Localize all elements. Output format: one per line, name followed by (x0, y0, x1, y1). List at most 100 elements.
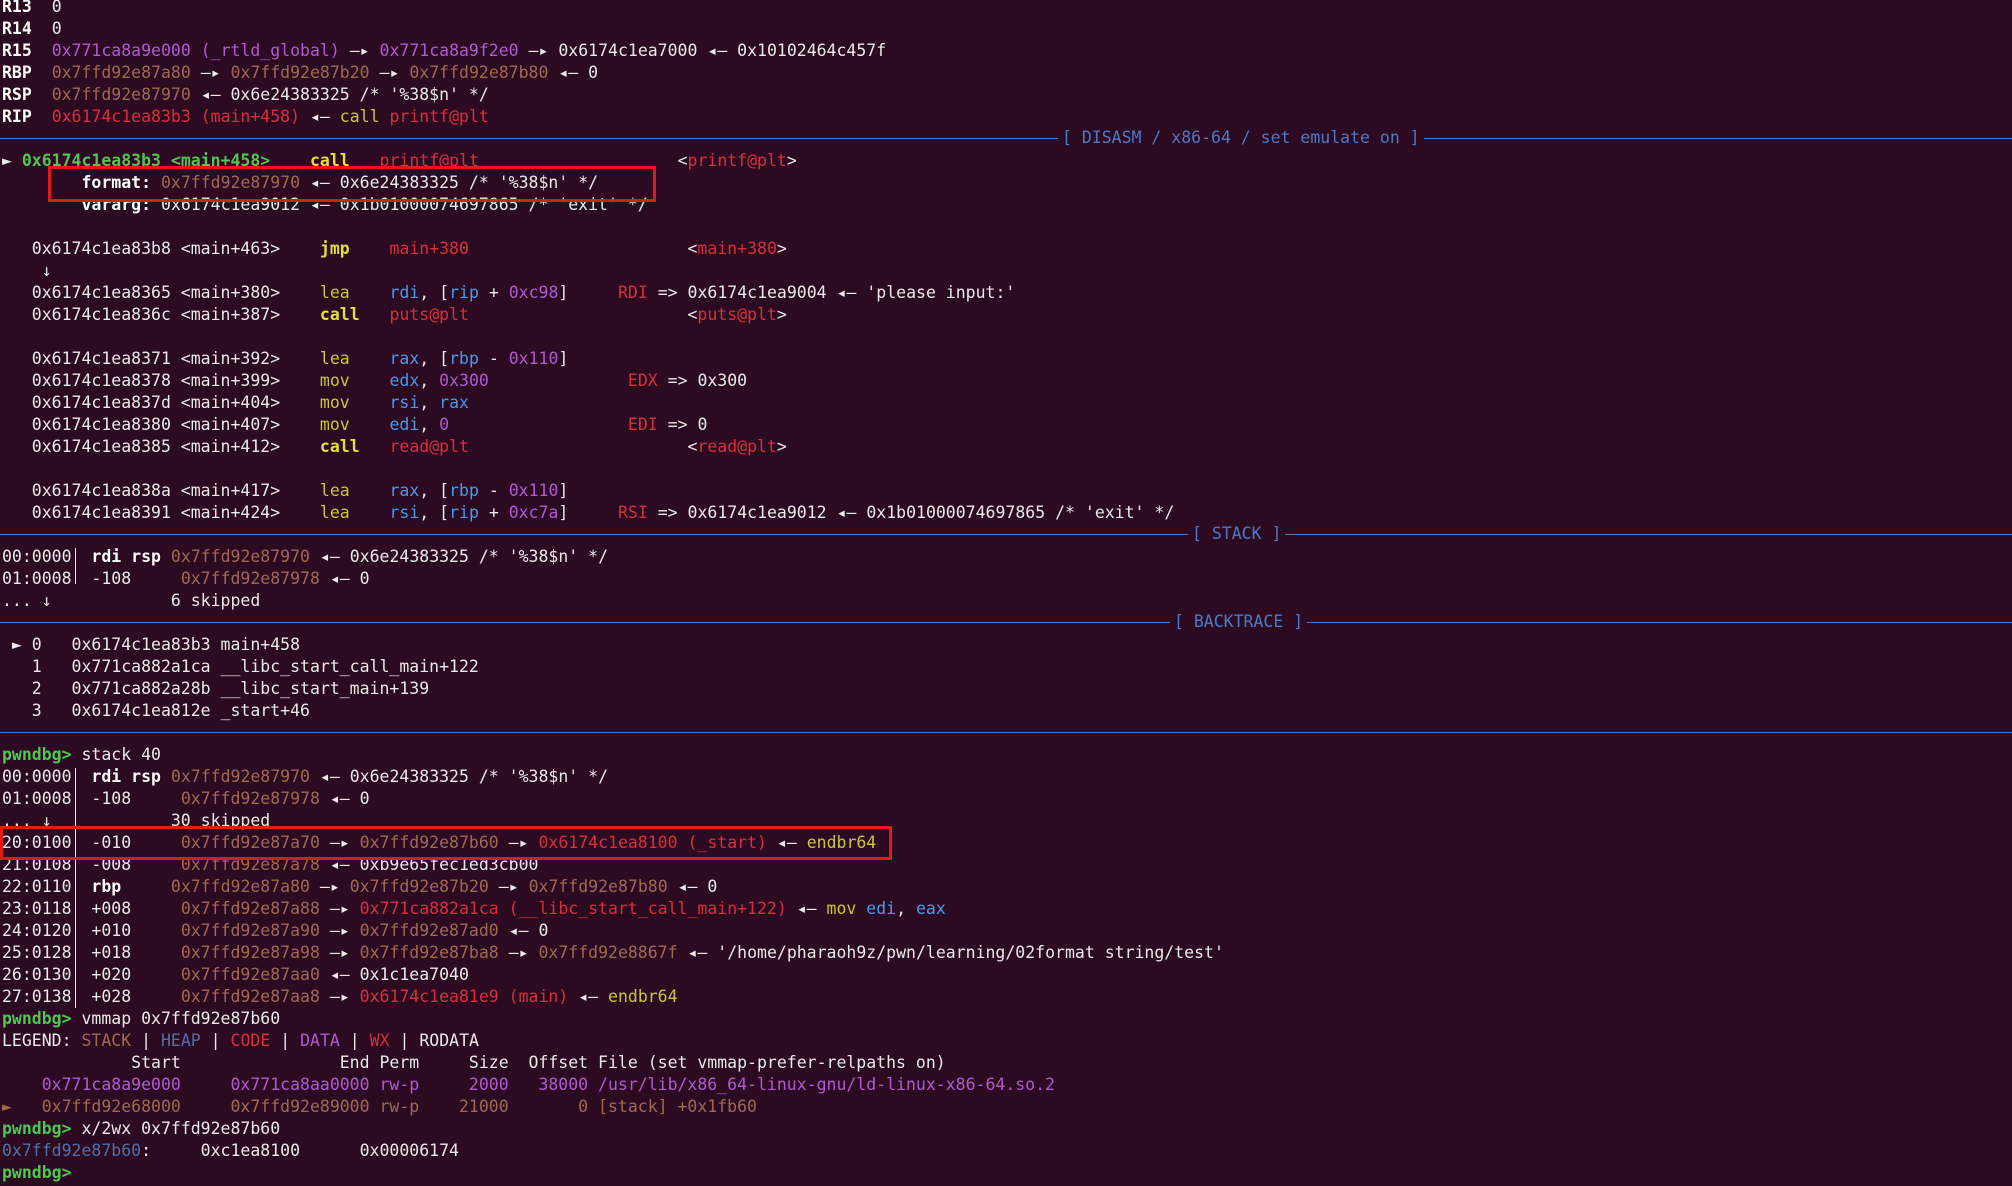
text-segment: 0x7ffd92e87978 (180, 569, 320, 588)
session-line: 25:0128 +018 0x7ffd92e87a98 —▸ 0x7ffd92e… (2, 942, 1224, 964)
register-name: R15 (2, 41, 32, 60)
text-segment: | (270, 1031, 301, 1050)
text-segment: | (200, 1031, 231, 1050)
text-segment: 01:0008 -108 (2, 569, 181, 588)
text-segment: rax (389, 349, 420, 368)
text-segment: Start End Perm Size Offset File (set vmm… (2, 1053, 946, 1072)
text-segment: ◂— 0 (319, 569, 370, 588)
text-segment: 0x6174c1ea837d <main+404> (2, 393, 320, 412)
session-line: pwndbg> x/2wx 0x7ffd92e87b60 (2, 1118, 280, 1140)
text-segment: , [ (419, 503, 450, 522)
text-segment: rax (389, 481, 420, 500)
text-segment: EDI (627, 415, 658, 434)
register-name: RIP (2, 107, 32, 126)
text-segment: 1 0x771ca882a1ca __libc_start_call_main+… (2, 657, 479, 676)
text-segment: 0x7ffd92e87a90 (180, 921, 320, 940)
register-row: R15 0x771ca8a9e000 (_rtld_global) —▸ 0x7… (2, 40, 886, 62)
text-segment: , (896, 899, 916, 918)
backtrace-frame: 2 0x771ca882a28b __libc_start_main+139 (2, 678, 429, 700)
text-segment: vmmap 0x7ffd92e87b60 (71, 1009, 281, 1028)
session-line: 00:0000 rdi rsp 0x7ffd92e87970 ◂— 0x6e24… (2, 766, 608, 788)
text-segment: WX (369, 1031, 390, 1050)
text-segment (350, 371, 390, 390)
text-segment: , (419, 371, 440, 390)
text-segment: 0x7ffd92e87970 (170, 767, 310, 786)
text-segment: | (131, 1031, 161, 1050)
session-line: 26:0130 +020 0x7ffd92e87aa0 ◂— 0x1c1ea70… (2, 964, 469, 986)
register-name: RBP (2, 63, 32, 82)
text-segment: call (339, 107, 390, 126)
disasm-line: 0x6174c1ea8365 <main+380> lea rdi, [rip … (2, 282, 1016, 304)
text-segment: 0 (51, 19, 62, 38)
text-segment: rip (449, 503, 479, 522)
text-segment: lea (319, 283, 350, 302)
text-segment: 25:0128 +018 (2, 943, 181, 962)
session-line: ► 0x7ffd92e68000 0x7ffd92e89000 rw-p 210… (2, 1096, 757, 1118)
text-segment: rsi (389, 393, 420, 412)
terminal-window[interactable]: R13 0 R14 0 R15 0x771ca8a9e000 (_rtld_glob… (0, 0, 2012, 1186)
text-segment: puts@plt (697, 305, 777, 324)
register-name: R14 (2, 19, 32, 38)
text-segment: endbr64 (608, 987, 678, 1006)
text-segment: ◂— '/home/pharaoh9z/pwn/learning/02forma… (677, 943, 1224, 962)
text-segment: 27:0138 +028 (2, 987, 181, 1006)
text-segment: rdi (389, 283, 420, 302)
text-segment: ► 0x7ffd92e68000 0x7ffd92e89000 rw-p 210… (2, 1097, 757, 1116)
text-segment: rdi rsp (81, 547, 161, 566)
text-segment: mov (826, 899, 857, 918)
text-segment: ◂— 0x1c1ea7040 (319, 965, 469, 984)
backtrace-frame: ► 0 0x6174c1ea83b3 main+458 (2, 634, 300, 656)
text-segment: stack 40 (71, 745, 161, 764)
text-segment: : 0xc1ea8100 0x00006174 (141, 1141, 459, 1160)
text-segment: 0x6174c1ea81e9 (main) (359, 987, 569, 1006)
text-segment: => 0x300 (657, 371, 748, 390)
text-segment (350, 239, 390, 258)
text-segment: mov (319, 393, 350, 412)
text-segment: puts@plt (389, 305, 469, 324)
text-segment: 0x7ffd92e87b20 (349, 877, 489, 896)
session-line: Start End Perm Size Offset File (set vmm… (2, 1052, 946, 1074)
text-segment: edi (866, 899, 897, 918)
text-segment: + (478, 283, 509, 302)
register-row: R14 0 (2, 18, 62, 40)
text-segment: lea (319, 349, 350, 368)
text-segment: jmp (319, 239, 350, 258)
text-segment: printf@plt (687, 151, 787, 170)
text-segment: > (786, 151, 797, 170)
context-end-separator (0, 732, 2012, 733)
text-segment: 0x300 (439, 371, 489, 390)
text-segment: ] (558, 503, 618, 522)
text-segment: call (319, 437, 360, 456)
disasm-line: 0x6174c1ea836c <main+387> call puts@plt … (2, 304, 787, 326)
stack-separator (0, 534, 2012, 535)
text-segment: 0x6174c1ea8385 <main+412> (2, 437, 320, 456)
text-segment: 23:0118 +008 (2, 899, 181, 918)
format-highlight-box (48, 166, 656, 202)
text-segment: lea (319, 481, 350, 500)
text-segment: 0 (439, 415, 450, 434)
disasm-line: 0x6174c1ea8391 <main+424> lea rsi, [rip … (2, 502, 1175, 524)
text-segment: rax (439, 393, 469, 412)
text-segment: 0x6174c1ea83b8 <main+463> (2, 239, 320, 258)
disasm-line: 0x6174c1ea83b8 <main+463> jmp main+380 <… (2, 238, 787, 260)
text-segment: rbp (449, 349, 479, 368)
stack-section-title: [ STACK ] (1188, 523, 1286, 545)
register-name: R13 (2, 0, 32, 16)
text-segment (161, 547, 171, 566)
text-segment: - (478, 481, 509, 500)
session-line: 01:0008 -108 0x7ffd92e87978 ◂— 0 (2, 788, 370, 810)
text-segment: 0x771ca8a9f2e0 (379, 41, 519, 60)
text-segment: ► (2, 151, 22, 170)
text-segment: => 0x6174c1ea9004 ◂— 'please input:' (647, 283, 1016, 302)
text-segment (161, 767, 171, 786)
text-segment: main+380 (697, 239, 777, 258)
text-segment: < (468, 239, 698, 258)
text-segment: RSI (617, 503, 648, 522)
register-row: RBP 0x7ffd92e87a80 —▸ 0x7ffd92e87b20 —▸ … (2, 62, 598, 84)
backtrace-frame: 3 0x6174c1ea812e _start+46 (2, 700, 310, 722)
session-line: pwndbg> (2, 1162, 81, 1184)
text-segment: —▸ (319, 987, 360, 1006)
text-segment: ► 0 0x6174c1ea83b3 main+458 (2, 635, 301, 654)
text-segment: —▸ (319, 921, 360, 940)
text-segment: ◂— (786, 899, 827, 918)
